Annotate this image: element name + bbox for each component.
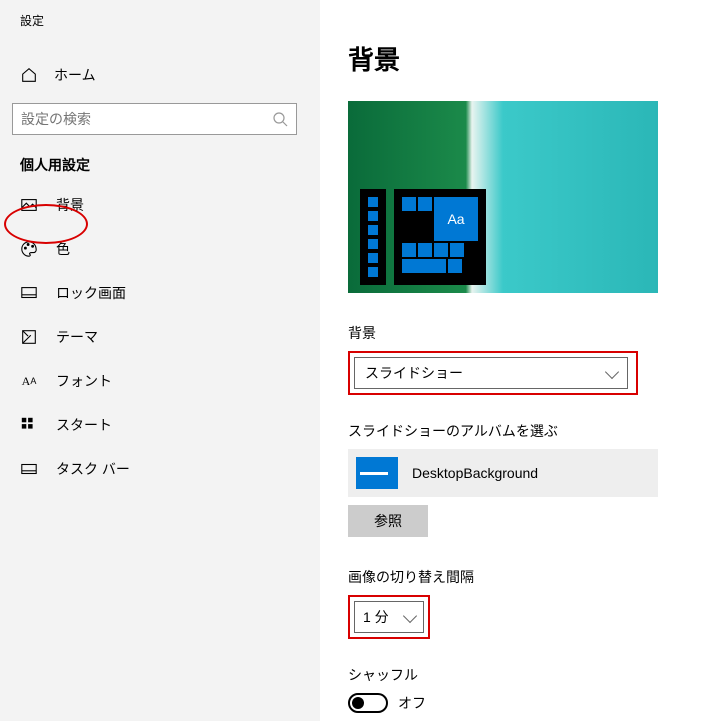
background-field-label: 背景: [348, 323, 680, 343]
sidebar-item-lockscreen[interactable]: ロック画面: [0, 271, 320, 315]
highlight-box: 1 分: [348, 595, 430, 639]
shuffle-label: シャッフル: [348, 665, 680, 685]
window-title: 設定: [0, 12, 320, 37]
theme-icon: [20, 328, 38, 346]
sidebar-item-theme[interactable]: テーマ: [0, 315, 320, 359]
sidebar-item-label: 背景: [56, 195, 84, 215]
album-label: スライドショーのアルバムを選ぶ: [348, 421, 680, 441]
shuffle-state: オフ: [398, 693, 426, 713]
content-pane: 背景 Aa 背景: [320, 0, 708, 721]
dropdown-value: スライドショー: [365, 363, 463, 383]
sidebar-item-label: テーマ: [56, 327, 98, 347]
chevron-down-icon: [403, 608, 417, 622]
sidebar-item-label: タスク バー: [56, 459, 130, 479]
highlight-box: スライドショー: [348, 351, 638, 395]
background-dropdown[interactable]: スライドショー: [354, 357, 628, 389]
palette-icon: [20, 240, 38, 258]
home-icon: [20, 66, 38, 84]
sidebar-item-label: 色: [56, 239, 70, 259]
sidebar-item-taskbar[interactable]: タスク バー: [0, 447, 320, 491]
search-input-wrap[interactable]: [12, 103, 297, 135]
sidebar-item-color[interactable]: 色: [0, 227, 320, 271]
browse-button[interactable]: 参照: [348, 505, 428, 537]
dropdown-value: 1 分: [363, 607, 389, 627]
section-header: 個人用設定: [0, 155, 320, 183]
settings-sidebar: 設定 ホーム 個人用設定 背景 色: [0, 0, 320, 721]
sidebar-item-font[interactable]: AA フォント: [0, 359, 320, 403]
lockscreen-icon: [20, 284, 38, 302]
interval-label: 画像の切り替え間隔: [348, 567, 680, 587]
start-icon: [20, 416, 38, 434]
picture-icon: [20, 196, 38, 214]
search-input[interactable]: [21, 111, 272, 127]
search-icon: [272, 111, 288, 127]
chevron-down-icon: [605, 364, 619, 378]
sidebar-item-background[interactable]: 背景: [0, 183, 320, 227]
font-icon: AA: [20, 372, 38, 390]
background-preview: Aa: [348, 101, 658, 293]
shuffle-toggle[interactable]: [348, 693, 388, 713]
home-label: ホーム: [54, 65, 96, 85]
album-selection[interactable]: DesktopBackground: [348, 449, 658, 497]
sidebar-item-label: ロック画面: [56, 283, 126, 303]
sidebar-item-start[interactable]: スタート: [0, 403, 320, 447]
home-nav[interactable]: ホーム: [0, 55, 320, 95]
preview-tile-text: Aa: [434, 197, 478, 241]
folder-icon: [356, 457, 398, 489]
taskbar-icon: [20, 460, 38, 478]
sidebar-item-label: スタート: [56, 415, 112, 435]
page-title: 背景: [348, 40, 680, 77]
sidebar-item-label: フォント: [56, 371, 112, 391]
interval-dropdown[interactable]: 1 分: [354, 601, 424, 633]
album-name: DesktopBackground: [412, 465, 538, 481]
